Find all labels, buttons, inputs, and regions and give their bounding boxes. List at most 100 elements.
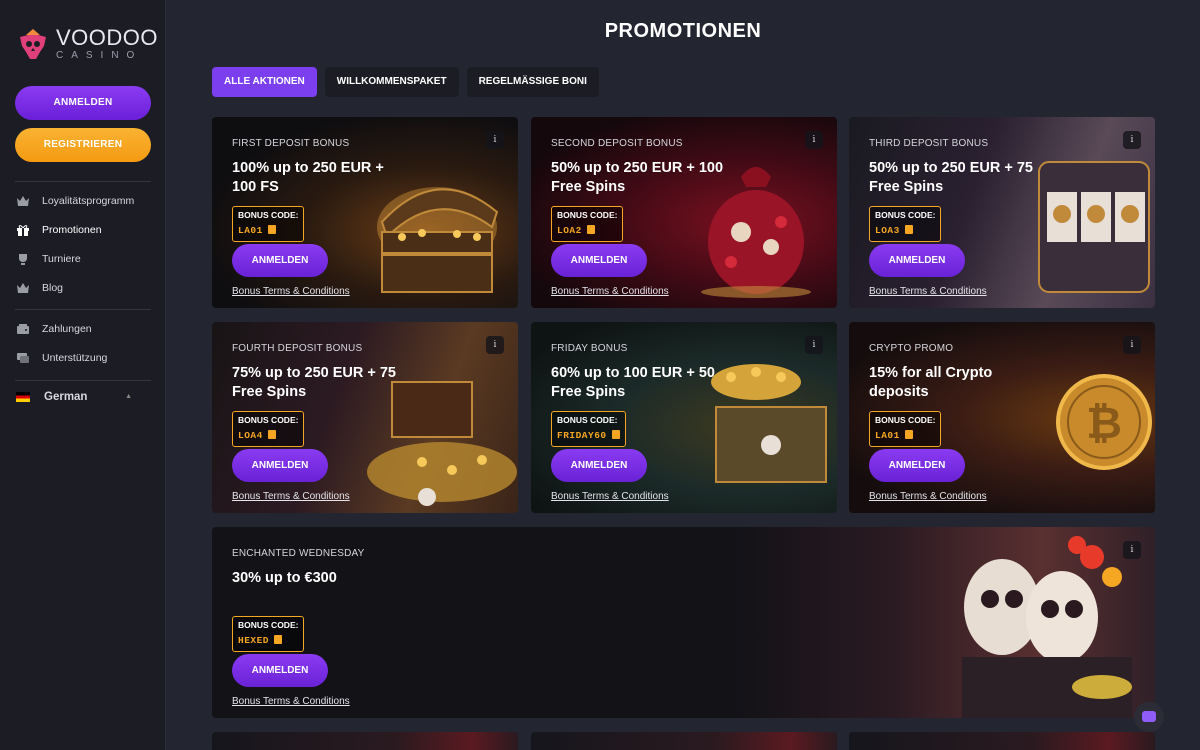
copy-icon[interactable]	[586, 225, 595, 234]
info-icon[interactable]: i	[486, 131, 504, 149]
terms-link[interactable]: Bonus Terms & Conditions	[232, 491, 350, 502]
info-icon[interactable]: i	[805, 131, 823, 149]
register-button[interactable]: REGISTRIEREN	[15, 128, 151, 162]
signup-button[interactable]: ANMELDEN	[869, 449, 965, 482]
copy-icon[interactable]	[267, 430, 276, 439]
terms-link[interactable]: Bonus Terms & Conditions	[869, 491, 987, 502]
sugar-skull-couple-icon	[962, 536, 1132, 718]
bonus-code-value: HEXED	[238, 635, 270, 646]
sidebar-item-loyalty[interactable]: Loyalitätsprogramm	[16, 191, 134, 211]
promo-title: 30% up to €300	[232, 570, 337, 586]
gift-icon	[16, 224, 30, 236]
bonus-code-value: FRIDAY60	[557, 430, 607, 441]
sidebar-item-tournaments[interactable]: Turniere	[16, 249, 81, 269]
info-icon[interactable]: i	[805, 336, 823, 354]
promo-label: FIRST DEPOSIT BONUS	[232, 138, 350, 149]
sidebar-item-label: Zahlungen	[42, 323, 92, 335]
bonus-code-value: LOA3	[875, 225, 900, 236]
signup-button[interactable]: ANMELDEN	[232, 449, 328, 482]
promo-card-third-deposit: THIRD DEPOSIT BONUS 50% up to 250 EUR + …	[849, 117, 1155, 308]
bonus-code[interactable]: BONUS CODE: LA01	[869, 411, 942, 447]
chevron-up-icon: ▲	[125, 393, 132, 400]
info-icon[interactable]: i	[1123, 541, 1141, 559]
copy-icon[interactable]	[274, 635, 283, 644]
copy-icon[interactable]	[267, 225, 276, 234]
promo-card-partial[interactable]	[212, 732, 518, 750]
sidebar-item-support[interactable]: Unterstützung	[16, 348, 107, 368]
tab-welcome-package[interactable]: WILLKOMMENSPAKET	[324, 67, 459, 97]
sidebar-item-label: Loyalitätsprogramm	[42, 195, 135, 207]
promo-label: CRYPTO PROMO	[869, 343, 954, 354]
tab-regular-bonuses[interactable]: REGELMÄSSIGE BONI	[466, 67, 599, 97]
signup-button[interactable]: ANMELDEN	[551, 449, 647, 482]
promo-label: THIRD DEPOSIT BONUS	[869, 138, 989, 149]
sidebar-item-blog[interactable]: Blog	[16, 278, 63, 298]
sidebar-item-payments[interactable]: Zahlungen	[16, 319, 92, 339]
chat-icon	[1142, 711, 1156, 722]
live-chat-button[interactable]	[1134, 702, 1164, 732]
promo-title: 60% up to 100 EUR + 50 Free Spins	[551, 365, 715, 400]
bonus-code-title: BONUS CODE:	[238, 415, 299, 425]
info-icon[interactable]: i	[486, 336, 504, 354]
copy-icon[interactable]	[904, 225, 913, 234]
info-icon[interactable]: i	[1123, 336, 1141, 354]
svg-text:₿: ₿	[1086, 398, 1122, 449]
sidebar-item-promotions[interactable]: Promotionen	[16, 220, 102, 240]
signup-button[interactable]: ANMELDEN	[232, 654, 328, 687]
copy-icon[interactable]	[904, 430, 913, 439]
promo-card-partial[interactable]	[531, 732, 837, 750]
casino-logo[interactable]: VOODOO CASINO	[18, 24, 158, 64]
promo-title: 100% up to 250 EUR + 100 FS	[232, 160, 384, 195]
bonus-code-value: LA01	[875, 430, 900, 441]
terms-link[interactable]: Bonus Terms & Conditions	[869, 286, 987, 297]
sidebar-item-label: Unterstützung	[42, 352, 108, 364]
promo-label: FRIDAY BONUS	[551, 343, 628, 354]
copy-icon[interactable]	[611, 430, 620, 439]
sidebar-item-label: Promotionen	[42, 224, 102, 236]
sidebar-item-label: Blog	[42, 282, 64, 294]
bonus-code[interactable]: BONUS CODE: LA01	[232, 206, 305, 242]
skull-logo-icon	[18, 28, 48, 60]
german-flag-icon	[16, 392, 30, 402]
bonus-code-value: LA01	[238, 225, 263, 236]
promo-title: 15% for all Crypto deposits	[869, 365, 993, 400]
bonus-code[interactable]: BONUS CODE: HEXED	[232, 616, 305, 652]
bonus-code-title: BONUS CODE:	[875, 210, 936, 220]
promo-title: 50% up to 250 EUR + 75 Free Spins	[869, 160, 1033, 195]
bonus-code-value: LOA4	[238, 430, 263, 441]
terms-link[interactable]: Bonus Terms & Conditions	[551, 286, 669, 297]
bonus-code-title: BONUS CODE:	[238, 210, 299, 220]
sidebar: VOODOO CASINO ANMELDEN REGISTRIEREN Loya…	[0, 0, 166, 750]
promo-card-first-deposit: FIRST DEPOSIT BONUS 100% up to 250 EUR +…	[212, 117, 518, 308]
promo-label: SECOND DEPOSIT BONUS	[551, 138, 683, 149]
info-icon[interactable]: i	[1123, 131, 1141, 149]
promo-label: FOURTH DEPOSIT BONUS	[232, 343, 363, 354]
login-button[interactable]: ANMELDEN	[15, 86, 151, 120]
promo-card-enchanted-wednesday: ENCHANTED WEDNESDAY 30% up to €300 BONUS…	[212, 527, 1155, 718]
tab-all-actions[interactable]: ALLE AKTIONEN	[212, 67, 317, 97]
terms-link[interactable]: Bonus Terms & Conditions	[232, 696, 350, 707]
bonus-code[interactable]: BONUS CODE: LOA4	[232, 411, 305, 447]
promo-title: 75% up to 250 EUR + 75 Free Spins	[232, 365, 396, 400]
divider	[15, 309, 151, 310]
cup-icon	[16, 253, 30, 265]
signup-button[interactable]: ANMELDEN	[869, 244, 965, 277]
bonus-code[interactable]: BONUS CODE: FRIDAY60	[551, 411, 626, 447]
bonus-code[interactable]: BONUS CODE: LOA3	[869, 206, 942, 242]
promo-card-crypto: ₿ CRYPTO PROMO 15% for all Crypto deposi…	[849, 322, 1155, 513]
signup-button[interactable]: ANMELDEN	[232, 244, 328, 277]
divider	[15, 380, 151, 381]
promo-card-fourth-deposit: FOURTH DEPOSIT BONUS 75% up to 250 EUR +…	[212, 322, 518, 513]
crown-icon	[16, 282, 30, 294]
bonus-code-title: BONUS CODE:	[875, 415, 936, 425]
sidebar-item-label: Turniere	[42, 253, 81, 265]
terms-link[interactable]: Bonus Terms & Conditions	[232, 286, 350, 297]
promo-card-partial[interactable]	[849, 732, 1155, 750]
bonus-code-title: BONUS CODE:	[238, 620, 299, 630]
language-label: German	[44, 391, 88, 403]
crown-icon	[16, 195, 30, 207]
signup-button[interactable]: ANMELDEN	[551, 244, 647, 277]
terms-link[interactable]: Bonus Terms & Conditions	[551, 491, 669, 502]
language-selector[interactable]: German ▲	[16, 387, 150, 407]
bonus-code[interactable]: BONUS CODE: LOA2	[551, 206, 624, 242]
